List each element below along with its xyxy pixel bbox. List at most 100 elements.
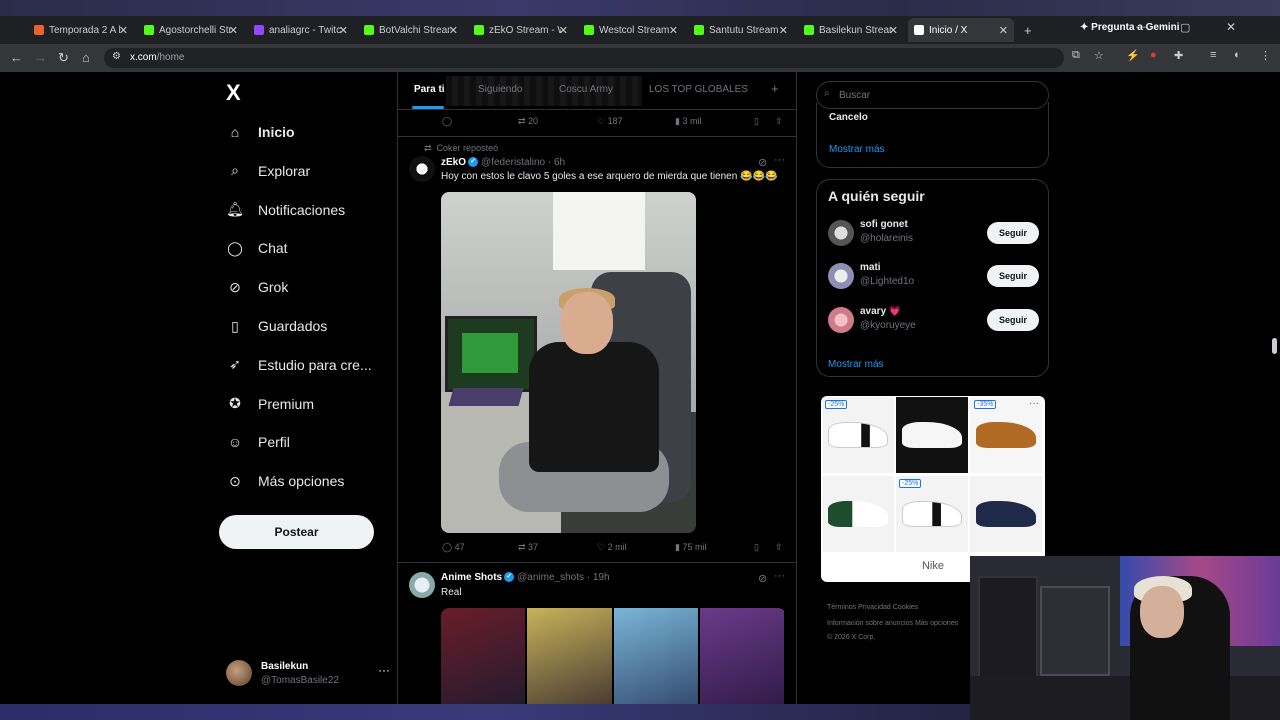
ad-product[interactable] [970, 476, 1042, 552]
retweet-button[interactable]: ⇄ 37 [518, 542, 538, 553]
avatar[interactable] [409, 156, 435, 182]
footer-links[interactable]: Información sobre anuncios Más opciones [827, 620, 958, 627]
more-dots-icon[interactable]: ··· [774, 570, 785, 582]
window-close-icon[interactable]: ✕ [1226, 20, 1236, 34]
bookmark-icon[interactable]: ▯ [754, 542, 759, 553]
share-icon[interactable]: ⇧ [775, 116, 783, 127]
like-button[interactable]: ♡ 2 mil [597, 542, 627, 553]
avatar[interactable] [409, 572, 435, 598]
bookmark-icon[interactable]: ▯ [754, 116, 759, 127]
bookmark-icon: ▯ [231, 317, 239, 334]
tab-close-icon[interactable]: ✕ [449, 24, 458, 37]
reply-button[interactable]: ◯ 47 [442, 542, 465, 553]
search-input[interactable]: ⌕ Buscar [816, 81, 1049, 109]
follow-button[interactable]: Seguir [987, 222, 1039, 244]
sidebar-item-guardados[interactable]: ▯ Guardados [226, 311, 327, 341]
browser-tab[interactable]: Santutu Stream - ✕ [688, 18, 794, 42]
new-tab-icon[interactable]: + [1018, 18, 1038, 42]
browser-tab[interactable]: Basilekun Stream ✕ [798, 18, 904, 42]
more-dots-icon[interactable]: ··· [1029, 398, 1039, 409]
browser-tab[interactable]: Agostorchelli Stre ✕ [138, 18, 244, 42]
forward-icon[interactable]: → [34, 50, 47, 65]
tweet-author[interactable]: zEkO ✓ @federistalino · 6h [441, 157, 565, 168]
suggested-user[interactable]: avary 💗 @kyoruyeye Seguir [828, 305, 1039, 335]
retweet-button[interactable]: ⇄ 20 [518, 116, 538, 127]
tab-para-ti[interactable]: Para ti [414, 84, 445, 95]
grok-icon[interactable]: ⊘ [758, 156, 767, 169]
browser-tab[interactable]: analiagrc - Twitch ✕ [248, 18, 354, 42]
post-button[interactable]: Postear [219, 515, 374, 549]
author-name: Anime Shots [441, 572, 503, 583]
minimize-icon[interactable]: — [1136, 21, 1147, 33]
back-icon[interactable]: ← [10, 50, 23, 65]
more-dots-icon[interactable]: ··· [774, 154, 785, 166]
sidebar-item-premium[interactable]: ✪ Premium [226, 389, 314, 419]
sidebar-item-perfil[interactable]: ☺ Perfil [226, 427, 290, 457]
profile-icon[interactable]: ◐ [1234, 49, 1241, 61]
url-field[interactable]: ⚙ x.com/home [104, 48, 1064, 68]
tab-close-icon[interactable]: ✕ [339, 24, 348, 37]
nike-ad[interactable]: -25% -35% -25% ··· Nike [821, 396, 1045, 582]
views-button[interactable]: ▮ 75 mil [675, 542, 706, 553]
more-dots-icon[interactable]: ··· [378, 663, 390, 677]
tweet-author[interactable]: Anime Shots ✓ @anime_shots · 19h [441, 572, 610, 583]
tab-siguiendo[interactable]: Siguiendo [478, 84, 522, 95]
sidebar-item-m-s-opciones[interactable]: ⊙ Más opciones [226, 466, 344, 496]
show-more-link[interactable]: Mostrar más [828, 359, 884, 370]
grok-icon[interactable]: ⊘ [758, 572, 767, 585]
add-tab-icon[interactable]: + [771, 81, 779, 96]
ad-product[interactable] [822, 476, 894, 552]
account-switcher[interactable]: Basilekun @TomasBasile22 ··· [226, 660, 390, 688]
sidebar-item-estudio-para-cre[interactable]: ➶ Estudio para cre... [226, 350, 372, 380]
browser-tab[interactable]: zEkO Stream - Wa✕ [468, 18, 574, 42]
reload-icon[interactable]: ↻ [58, 50, 69, 66]
ad-product[interactable] [896, 397, 968, 473]
install-app-icon[interactable]: ⧉ [1072, 49, 1080, 62]
browser-tab[interactable]: BotValchi Stream ✕ [358, 18, 464, 42]
restore-icon[interactable]: ▢ [1180, 21, 1190, 34]
home-browser-icon[interactable]: ⌂ [82, 50, 90, 65]
tab-top-globales[interactable]: LOS TOP GLOBALES [649, 84, 748, 95]
gemini-button[interactable]: ✦ Pregunta a Gemini [1080, 22, 1180, 33]
sidebar-item-inicio[interactable]: ⌂ Inicio [226, 117, 295, 147]
browser-tab[interactable]: Westcol Stream ✕ [578, 18, 684, 42]
browser-tab[interactable]: Temporada 2 A la ✕ [28, 18, 134, 42]
suggested-user[interactable]: sofi gonet @holareinis Seguir [828, 218, 1039, 248]
tab-close-icon[interactable]: ✕ [559, 24, 568, 37]
views-button[interactable]: ▮ 3 mil [675, 116, 701, 127]
tweet-photo[interactable] [441, 192, 696, 533]
site-info-icon[interactable]: ⚙ [112, 51, 121, 62]
extension-icon[interactable]: ⚡ [1126, 49, 1140, 62]
tab-close-icon[interactable]: ✕ [119, 24, 128, 37]
like-button[interactable]: ♡ 187 [597, 116, 623, 127]
sidebar-item-grok[interactable]: ⊘ Grok [226, 272, 288, 302]
sidebar-item-notificaciones[interactable]: 🔔︎ Notificaciones [226, 195, 345, 225]
reply-icon[interactable]: ◯ [442, 116, 452, 127]
tab-close-icon[interactable]: ✕ [999, 24, 1008, 37]
suggested-user[interactable]: mati @Lighted1o Seguir [828, 261, 1039, 291]
sidebar-item-explorar[interactable]: ⌕ Explorar [226, 156, 310, 186]
extension-red-icon[interactable]: ● [1150, 49, 1157, 61]
active-tab-indicator [412, 106, 444, 109]
trend-item[interactable]: Cancelo [829, 112, 868, 123]
follow-button[interactable]: Seguir [987, 265, 1039, 287]
tab-close-icon[interactable]: ✕ [229, 24, 238, 37]
tab-close-icon[interactable]: ✕ [889, 24, 898, 37]
tab-close-icon[interactable]: ✕ [779, 24, 788, 37]
sidebar-item-chat[interactable]: ◯ Chat [226, 233, 287, 263]
tab-label: Westcol Stream [599, 24, 670, 36]
tab-close-icon[interactable]: ✕ [669, 24, 678, 37]
footer-links[interactable]: Términos Privacidad Cookies [827, 604, 918, 611]
share-icon[interactable]: ⇧ [775, 542, 783, 553]
page-scrollbar[interactable] [1272, 338, 1277, 354]
follow-button[interactable]: Seguir [987, 309, 1039, 331]
x-logo[interactable]: X [226, 80, 241, 106]
browser-tab[interactable]: Inicio / X ✕ [908, 18, 1014, 42]
extensions-puzzle-icon[interactable]: ✚ [1174, 49, 1183, 62]
browser-menu-icon[interactable]: ⋮ [1260, 49, 1271, 62]
repost-indicator[interactable]: ⇄ Coker reposteó [424, 143, 498, 154]
tab-coscu-army[interactable]: Coscu Army [559, 84, 613, 95]
reading-list-icon[interactable]: ≡ [1210, 49, 1216, 61]
bookmark-star-icon[interactable]: ☆ [1094, 49, 1104, 62]
show-more-link[interactable]: Mostrar más [829, 144, 885, 155]
